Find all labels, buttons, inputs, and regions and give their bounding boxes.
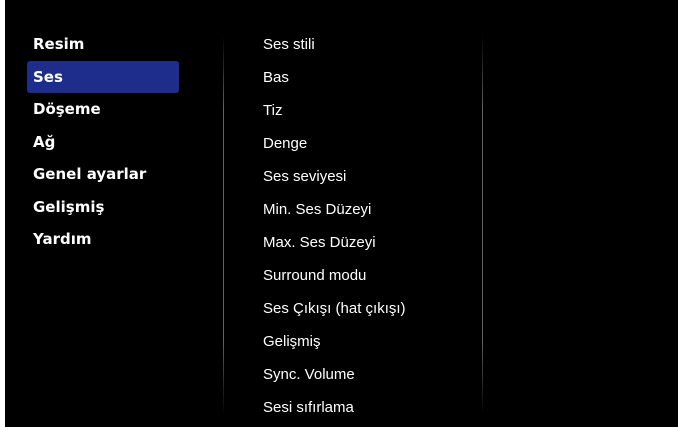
column-divider-right [482, 35, 483, 415]
main-menu-item-gelismis[interactable]: Gelişmiş [27, 191, 179, 224]
sound-item-sesi-sifirlama[interactable]: Sesi sıfırlama [263, 391, 473, 424]
sound-item-ses-seviyesi[interactable]: Ses seviyesi [263, 160, 473, 193]
main-menu-item-resim[interactable]: Resim [27, 28, 179, 61]
main-menu-item-ses[interactable]: Ses [27, 60, 179, 93]
main-menu: Resim Ses Döşeme Ağ Genel ayarlar Gelişm… [27, 28, 179, 256]
sound-item-ses-cikisi[interactable]: Ses Çıkışı (hat çıkışı) [263, 292, 473, 325]
sound-item-gelismis[interactable]: Gelişmiş [263, 325, 473, 358]
sound-submenu: Ses stili Bas Tiz Denge Ses seviyesi Min… [263, 28, 473, 424]
sound-item-tiz[interactable]: Tiz [263, 94, 473, 127]
main-menu-item-yardim[interactable]: Yardım [27, 223, 179, 256]
sound-item-sync-volume[interactable]: Sync. Volume [263, 358, 473, 391]
sound-item-surround-modu[interactable]: Surround modu [263, 259, 473, 292]
main-menu-item-ag[interactable]: Ağ [27, 126, 179, 159]
sound-item-ses-stili[interactable]: Ses stili [263, 28, 473, 61]
sound-item-min-ses-duzeyi[interactable]: Min. Ses Düzeyi [263, 193, 473, 226]
sound-item-denge[interactable]: Denge [263, 127, 473, 160]
osd-menu-window: Resim Ses Döşeme Ağ Genel ayarlar Gelişm… [5, 0, 678, 427]
main-menu-item-genel-ayarlar[interactable]: Genel ayarlar [27, 158, 179, 191]
sound-item-max-ses-duzeyi[interactable]: Max. Ses Düzeyi [263, 226, 473, 259]
main-menu-item-doseme[interactable]: Döşeme [27, 93, 179, 126]
column-divider-left [223, 35, 224, 415]
sound-item-bas[interactable]: Bas [263, 61, 473, 94]
